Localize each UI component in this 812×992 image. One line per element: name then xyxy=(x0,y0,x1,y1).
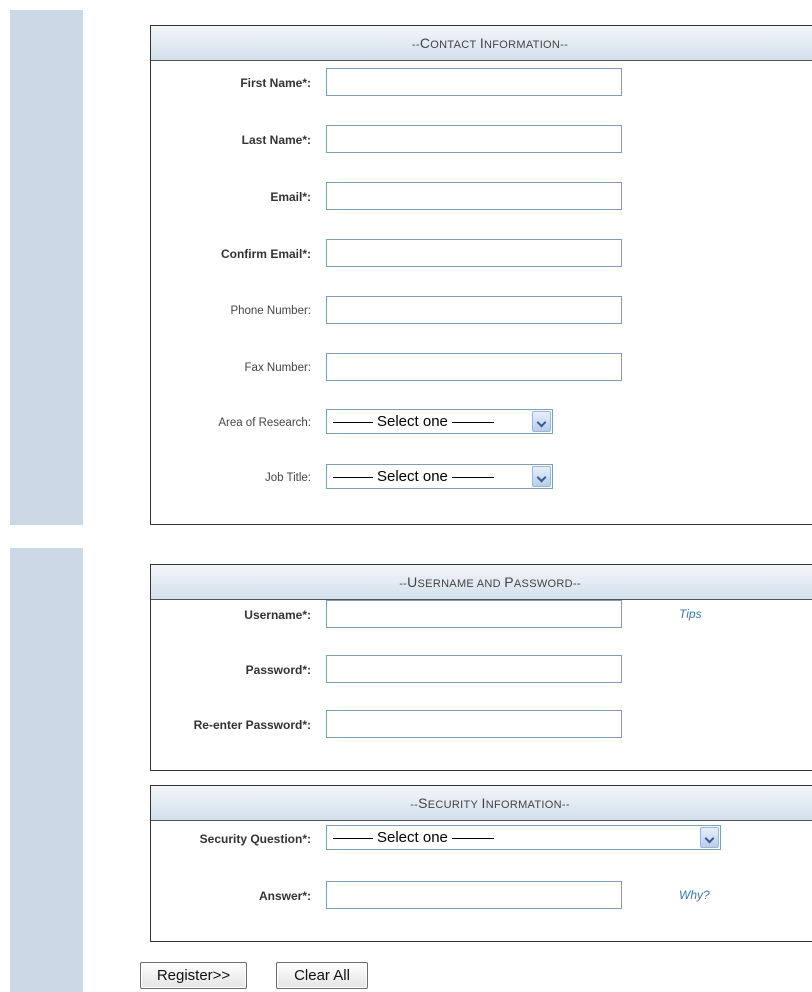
security-question-selected: Select one xyxy=(377,829,448,846)
email-row: Email*: xyxy=(151,182,812,212)
security-information-header: --SECURITY INFORMATION-- xyxy=(151,786,812,821)
fax-number-label: Fax Number: xyxy=(244,362,311,374)
reenter-password-input[interactable] xyxy=(326,710,622,738)
header-word2-rest: ASSWORD xyxy=(513,578,573,590)
answer-label: Answer*: xyxy=(258,889,311,903)
left-sidebar-top xyxy=(10,10,83,525)
username-password-panel: --USERNAME AND PASSWORD-- Username*: Tip… xyxy=(150,564,812,771)
username-input[interactable] xyxy=(326,600,622,628)
select-dash-left xyxy=(333,476,373,478)
header-word1-rest: ECURITY xyxy=(427,799,479,811)
select-dash-left xyxy=(333,421,373,423)
header-suffix: -- xyxy=(560,39,569,51)
last-name-row: Last Name*: xyxy=(151,125,812,155)
header-word1-cap: C xyxy=(419,35,431,51)
password-label: Password*: xyxy=(245,663,311,677)
password-row: Password*: xyxy=(151,655,812,685)
chevron-down-icon[interactable] xyxy=(532,411,551,432)
confirm-email-row: Confirm Email*: xyxy=(151,239,812,269)
why-link[interactable]: Why? xyxy=(679,888,710,902)
job-title-label: Job Title: xyxy=(264,472,311,484)
header-word1-rest: ONTACT xyxy=(430,39,477,51)
area-of-research-select[interactable]: Select one xyxy=(326,409,553,434)
username-row: Username*: Tips xyxy=(151,600,812,630)
fax-number-input[interactable] xyxy=(326,353,622,381)
tips-link[interactable]: Tips xyxy=(679,607,702,621)
security-question-select[interactable]: Select one xyxy=(326,825,721,850)
select-dash-right xyxy=(451,837,494,839)
last-name-input[interactable] xyxy=(326,125,622,153)
job-title-selected: Select one xyxy=(377,468,448,485)
area-of-research-label: Area of Research: xyxy=(218,417,311,429)
confirm-email-label: Confirm Email*: xyxy=(220,247,311,261)
contact-information-header: --CONTACT INFORMATION-- xyxy=(151,26,812,61)
answer-row: Answer*: Why? xyxy=(151,881,812,911)
header-word1-rest: SERNAME AND xyxy=(417,578,501,590)
last-name-label: Last Name*: xyxy=(241,133,311,147)
fax-number-row: Fax Number: xyxy=(151,353,812,383)
header-word1-cap: U xyxy=(407,574,418,590)
header-word2-cap: P xyxy=(504,574,514,590)
username-label: Username*: xyxy=(244,608,311,622)
header-suffix: -- xyxy=(572,578,581,590)
confirm-email-input[interactable] xyxy=(326,239,622,267)
phone-number-input[interactable] xyxy=(326,296,622,324)
security-question-label: Security Question*: xyxy=(199,832,311,846)
header-prefix: -- xyxy=(410,799,419,811)
header-word2-rest: NFORMATION xyxy=(485,799,562,811)
select-dash-right xyxy=(451,476,494,478)
job-title-row: Job Title: Select one xyxy=(151,463,812,493)
reenter-password-label: Re-enter Password*: xyxy=(193,718,311,732)
select-dash-right xyxy=(451,421,494,423)
select-dash-left xyxy=(333,837,373,839)
first-name-label: First Name*: xyxy=(240,76,311,90)
clear-all-button[interactable]: Clear All xyxy=(276,962,368,989)
header-prefix: -- xyxy=(411,39,420,51)
header-prefix: -- xyxy=(399,578,408,590)
answer-input[interactable] xyxy=(326,881,622,909)
header-word2-rest: NFORMATION xyxy=(484,39,561,51)
register-button[interactable]: Register>> xyxy=(140,962,247,989)
reenter-password-row: Re-enter Password*: xyxy=(151,710,812,740)
first-name-row: First Name*: xyxy=(151,68,812,98)
phone-number-label: Phone Number: xyxy=(230,305,311,317)
email-input[interactable] xyxy=(326,182,622,210)
chevron-down-icon[interactable] xyxy=(700,827,719,848)
left-sidebar-bottom xyxy=(10,548,83,992)
password-input[interactable] xyxy=(326,655,622,683)
username-password-header: --USERNAME AND PASSWORD-- xyxy=(151,565,812,600)
area-of-research-row: Area of Research: Select one xyxy=(151,408,812,438)
security-question-row: Security Question*: Select one xyxy=(151,824,812,854)
phone-number-row: Phone Number: xyxy=(151,296,812,326)
email-label: Email*: xyxy=(270,190,311,204)
header-word1-cap: S xyxy=(418,795,428,811)
header-suffix: -- xyxy=(561,799,570,811)
contact-information-panel: --CONTACT INFORMATION-- First Name*: Las… xyxy=(150,25,812,525)
chevron-down-icon[interactable] xyxy=(532,466,551,487)
first-name-input[interactable] xyxy=(326,68,622,96)
area-of-research-selected: Select one xyxy=(377,413,448,430)
job-title-select[interactable]: Select one xyxy=(326,464,553,489)
security-information-panel: --SECURITY INFORMATION-- Security Questi… xyxy=(150,785,812,942)
